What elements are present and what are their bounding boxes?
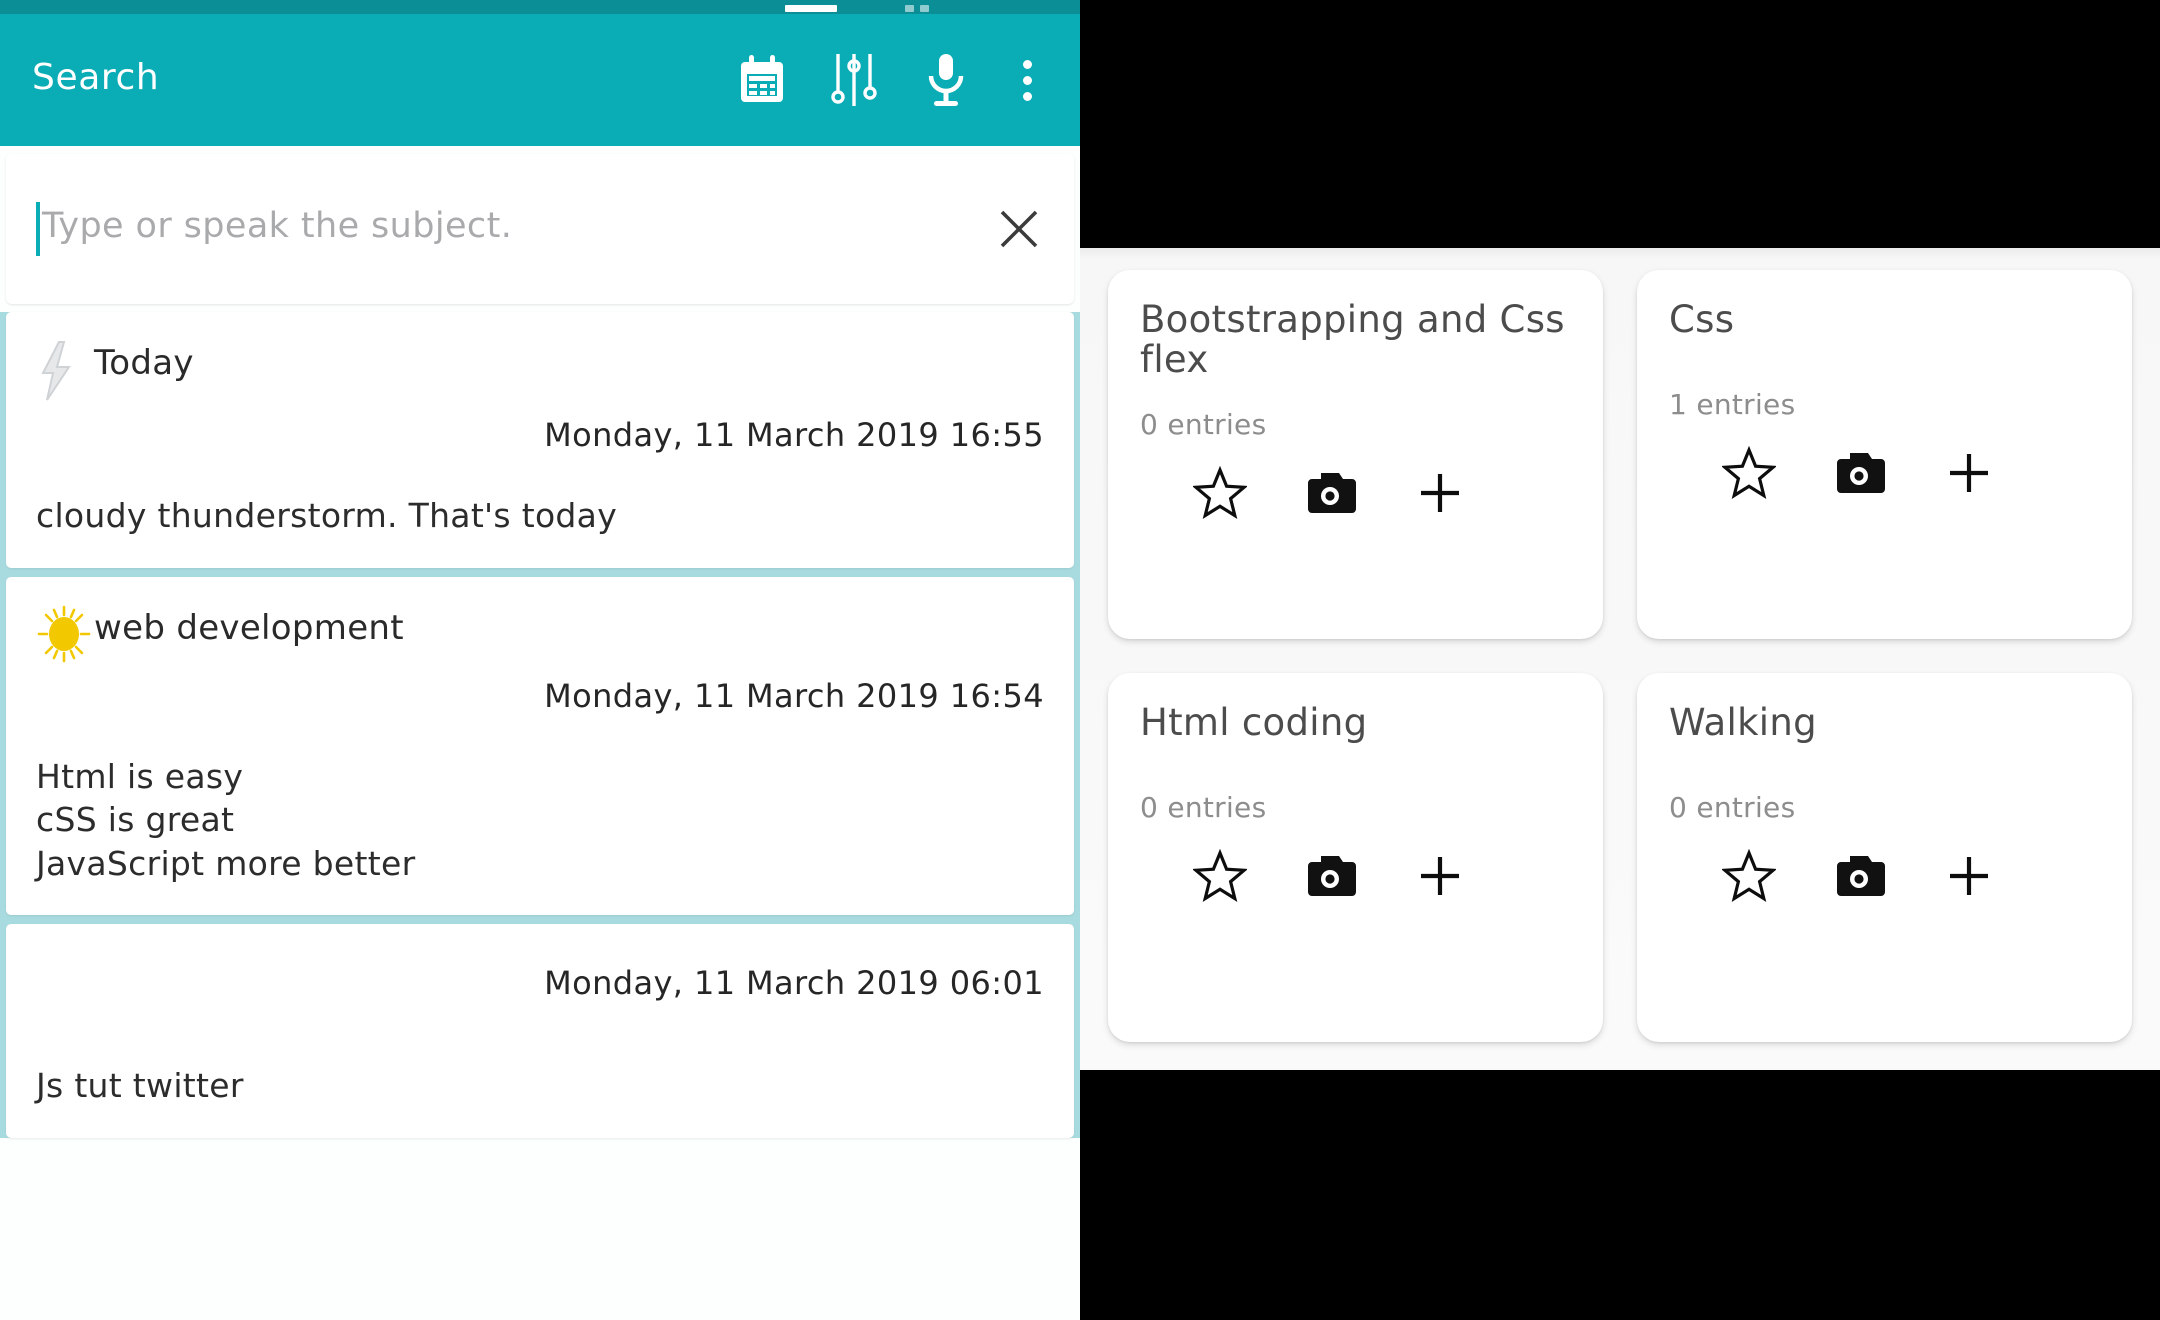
tuner-icon[interactable] [826, 52, 882, 108]
search-input-placeholder[interactable]: Type or speak the subject. [42, 208, 992, 250]
star-outline-icon[interactable] [1192, 465, 1248, 521]
note-card[interactable]: web development Monday, 11 March 2019 16… [6, 576, 1074, 916]
note-body-line: JavaScript more better [36, 843, 416, 883]
subject-entry-count: 0 entries [1140, 791, 1267, 824]
status-bar-indicator-1 [905, 5, 914, 12]
note-title: Today [94, 343, 194, 383]
star-outline-icon[interactable] [1721, 848, 1777, 904]
note-timestamp: Monday, 11 March 2019 16:55 [544, 416, 1044, 454]
status-bar-notification-pill [785, 5, 837, 12]
note-body-line: cSS is great [36, 800, 235, 840]
note-body: cloudy thunderstorm. That's today [36, 494, 1044, 538]
plus-icon[interactable] [1941, 445, 1997, 501]
subject-title: Bootstrapping and Css flex [1140, 298, 1565, 381]
subject-title: Html coding [1140, 701, 1368, 744]
plus-icon[interactable] [1412, 848, 1468, 904]
camera-icon[interactable] [1302, 848, 1358, 904]
subject-actions [1669, 443, 2100, 503]
overflow-dot-3 [1022, 91, 1032, 101]
subject-card[interactable]: Bootstrapping and Css flex 0 entries [1108, 270, 1603, 639]
overflow-dot-2 [1022, 75, 1032, 85]
subject-actions [1140, 463, 1571, 523]
note-card[interactable]: Monday, 11 March 2019 06:01 Js tut twitt… [6, 924, 1074, 1138]
search-results-list: Today Monday, 11 March 2019 16:55 cloudy… [0, 312, 1080, 1138]
screenshot-stage: Search Type or speak the subject. Today … [0, 0, 2160, 1320]
status-bar [0, 0, 1080, 14]
phone-screen-left: Search Type or speak the subject. Today … [0, 0, 1080, 1320]
note-body-line: Html is easy [36, 756, 244, 796]
subject-title: Css [1669, 298, 1735, 341]
note-timestamp: Monday, 11 March 2019 16:54 [544, 676, 1044, 715]
app-bar-actions [734, 52, 1052, 108]
subject-title: Walking [1669, 701, 1817, 744]
note-header: Today [36, 338, 1044, 402]
subject-card[interactable]: Css 1 entries [1637, 270, 2132, 639]
overflow-menu-icon[interactable] [1010, 52, 1044, 108]
note-body: Js tut twitter [36, 1064, 1044, 1108]
subject-actions [1669, 846, 2100, 906]
camera-icon[interactable] [1302, 465, 1358, 521]
camera-icon[interactable] [1831, 445, 1887, 501]
note-body-line: Js tut twitter [36, 1066, 244, 1106]
subject-entry-count: 0 entries [1140, 408, 1267, 441]
note-card[interactable]: Today Monday, 11 March 2019 16:55 cloudy… [6, 312, 1074, 568]
overflow-dot-1 [1022, 59, 1032, 69]
plus-icon[interactable] [1941, 848, 1997, 904]
subject-entry-count: 1 entries [1669, 388, 1796, 421]
status-bar-indicator-2 [920, 5, 929, 12]
subject-grid-panel: Bootstrapping and Css flex 0 entries Css… [1080, 248, 2160, 1070]
note-title: web development [94, 607, 404, 648]
thunderstorm-icon [36, 338, 94, 402]
calendar-icon[interactable] [734, 52, 790, 108]
search-field-card[interactable]: Type or speak the subject. [6, 154, 1074, 304]
microphone-icon[interactable] [918, 52, 974, 108]
subject-card[interactable]: Walking 0 entries [1637, 673, 2132, 1042]
note-body-line: cloudy thunderstorm. That's today [36, 496, 618, 535]
sun-icon [36, 603, 94, 663]
note-timestamp: Monday, 11 March 2019 06:01 [544, 964, 1044, 1003]
subject-actions [1140, 846, 1571, 906]
star-outline-icon[interactable] [1721, 445, 1777, 501]
app-bar: Search [0, 14, 1080, 146]
subject-entry-count: 0 entries [1669, 791, 1796, 824]
app-bar-title: Search [32, 57, 160, 98]
subject-grid: Bootstrapping and Css flex 0 entries Css… [1080, 248, 2160, 1070]
camera-icon[interactable] [1831, 848, 1887, 904]
note-header: web development [36, 603, 1044, 663]
subject-card[interactable]: Html coding 0 entries [1108, 673, 1603, 1042]
note-body: Html is easy cSS is great JavaScript mor… [36, 755, 1044, 886]
star-outline-icon[interactable] [1192, 848, 1248, 904]
plus-icon[interactable] [1412, 465, 1468, 521]
text-caret [36, 202, 40, 256]
close-icon[interactable] [992, 202, 1046, 256]
